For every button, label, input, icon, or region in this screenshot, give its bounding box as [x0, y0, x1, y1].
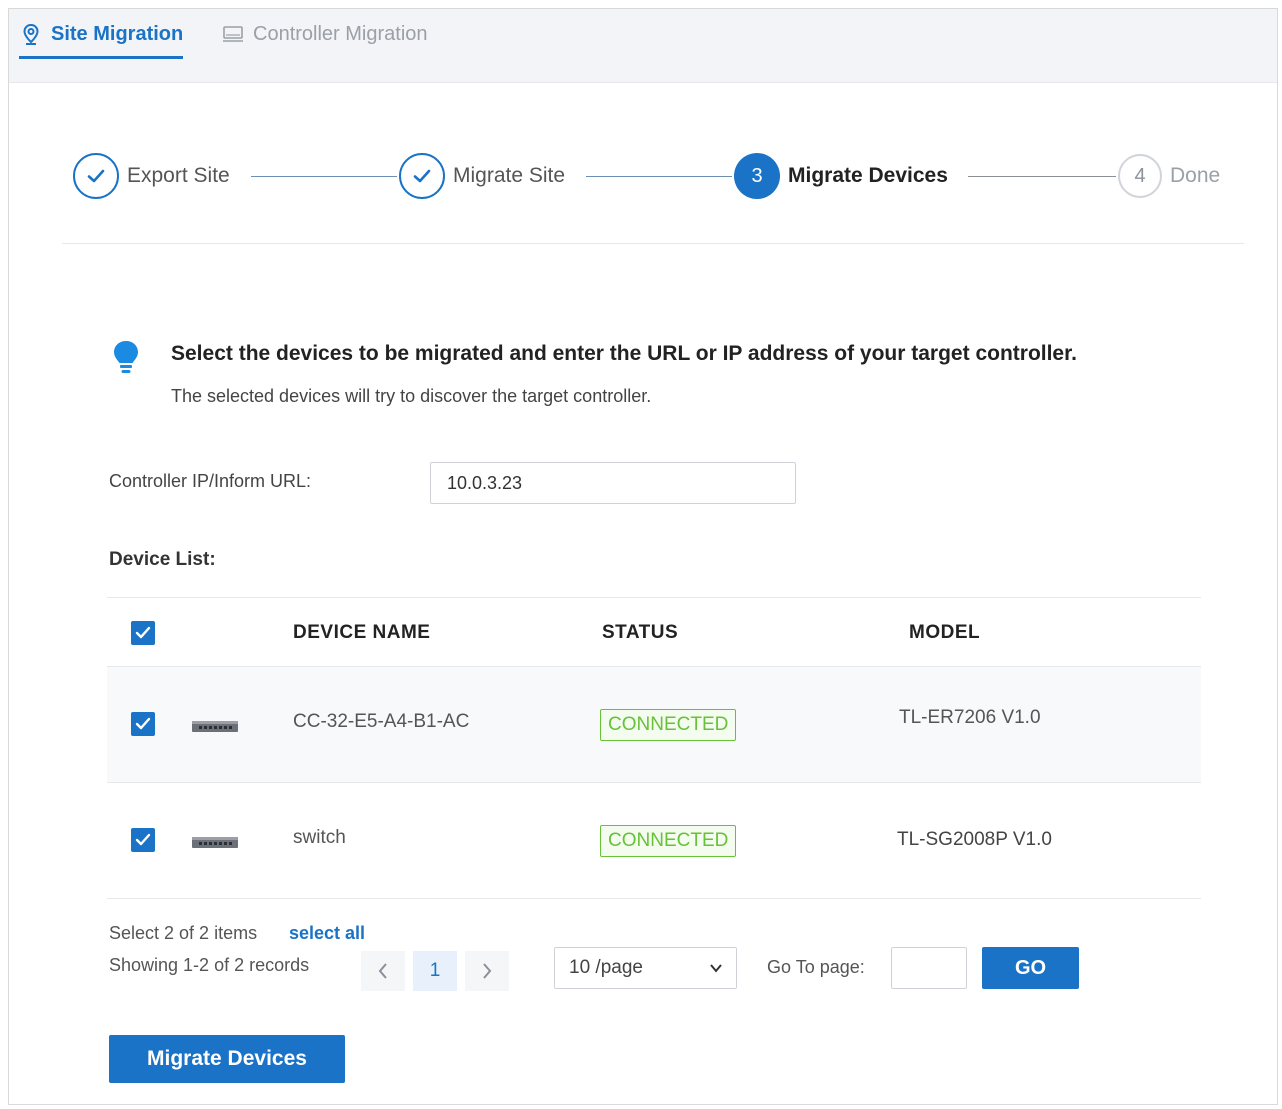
next-page-button[interactable] — [465, 951, 509, 991]
device-list-label: Device List: — [109, 549, 216, 570]
device-name-cell: CC-32-E5-A4-B1-AC — [293, 711, 470, 732]
checkmark-icon — [135, 833, 151, 846]
step-export-site: Export Site — [73, 152, 230, 200]
router-device-icon — [191, 719, 239, 733]
instruction-subline: The selected devices will try to discove… — [171, 386, 652, 406]
goto-page-input[interactable] — [891, 947, 967, 989]
page-size-value: 10 /page — [569, 957, 643, 978]
table-row: CC-32-E5-A4-B1-AC CONNECTED TL-ER7206 V1… — [107, 667, 1201, 783]
chevron-left-icon — [378, 963, 387, 979]
column-header-device-name[interactable]: DEVICE NAME — [293, 622, 430, 644]
select-all-link[interactable]: select all — [289, 923, 365, 944]
tab-bar: Site Migration Controller Migration — [9, 9, 1277, 83]
go-button[interactable]: GO — [982, 947, 1079, 989]
step-connector — [251, 176, 397, 177]
status-badge: CONNECTED — [600, 825, 737, 857]
goto-page-label: Go To page: — [767, 957, 865, 977]
check-circle-icon — [73, 153, 119, 199]
select-all-checkbox[interactable] — [131, 621, 155, 645]
controller-url-input[interactable] — [430, 462, 796, 504]
lightbulb-icon — [111, 339, 141, 377]
step-connector — [968, 176, 1116, 177]
step-connector — [586, 176, 732, 177]
records-info: Showing 1-2 of 2 records — [109, 955, 310, 975]
selection-count: Select 2 of 2 items — [109, 923, 258, 943]
instruction-headline: Select the devices to be migrated and en… — [171, 342, 1077, 365]
prev-page-button[interactable] — [361, 951, 405, 991]
device-table: DEVICE NAME STATUS MODEL CC-32-E5-A4-B1-… — [107, 597, 1201, 899]
step-migrate-devices: 3 Migrate Devices — [734, 152, 948, 200]
tab-controller-migration-label: Controller Migration — [253, 22, 428, 45]
progress-stepper: Export Site Migrate Site 3 Migrate Devic… — [73, 152, 1233, 200]
row-checkbox[interactable] — [131, 828, 155, 852]
column-header-status[interactable]: STATUS — [602, 622, 678, 644]
divider — [62, 243, 1244, 244]
page-number-button[interactable]: 1 — [413, 951, 457, 991]
step-done: 4 Done — [1118, 152, 1220, 200]
step-label: Done — [1170, 164, 1221, 187]
tab-controller-migration[interactable]: Controller Migration — [221, 9, 428, 59]
chevron-right-icon — [483, 963, 492, 979]
device-name-cell: switch — [293, 827, 346, 848]
migration-panel: Site Migration Controller Migration Expo… — [8, 8, 1278, 1105]
tab-site-migration-label: Site Migration — [51, 22, 184, 45]
checkmark-icon — [135, 717, 151, 730]
model-cell: TL-SG2008P V1.0 — [897, 829, 1052, 850]
status-badge: CONNECTED — [600, 709, 737, 741]
step-number-badge: 4 — [1118, 154, 1162, 198]
switch-device-icon — [191, 835, 239, 849]
location-pin-icon — [19, 22, 43, 46]
column-header-model[interactable]: MODEL — [909, 622, 980, 644]
tab-site-migration[interactable]: Site Migration — [19, 9, 184, 59]
checkmark-icon — [135, 626, 151, 639]
step-label: Export Site — [127, 164, 230, 187]
step-label: Migrate Site — [453, 164, 566, 187]
controller-icon — [221, 22, 245, 46]
controller-url-label: Controller IP/Inform URL: — [109, 471, 312, 491]
step-number-badge: 3 — [734, 153, 780, 199]
page-size-select[interactable]: 10 /page — [554, 947, 737, 989]
row-checkbox[interactable] — [131, 712, 155, 736]
step-migrate-site: Migrate Site — [399, 152, 565, 200]
table-row: switch CONNECTED TL-SG2008P V1.0 — [107, 783, 1201, 899]
model-cell: TL-ER7206 V1.0 — [899, 707, 1041, 728]
migrate-devices-button[interactable]: Migrate Devices — [109, 1035, 345, 1083]
step-label: Migrate Devices — [788, 164, 948, 187]
table-header: DEVICE NAME STATUS MODEL — [107, 597, 1201, 667]
chevron-down-icon — [710, 964, 722, 973]
check-circle-icon — [399, 153, 445, 199]
